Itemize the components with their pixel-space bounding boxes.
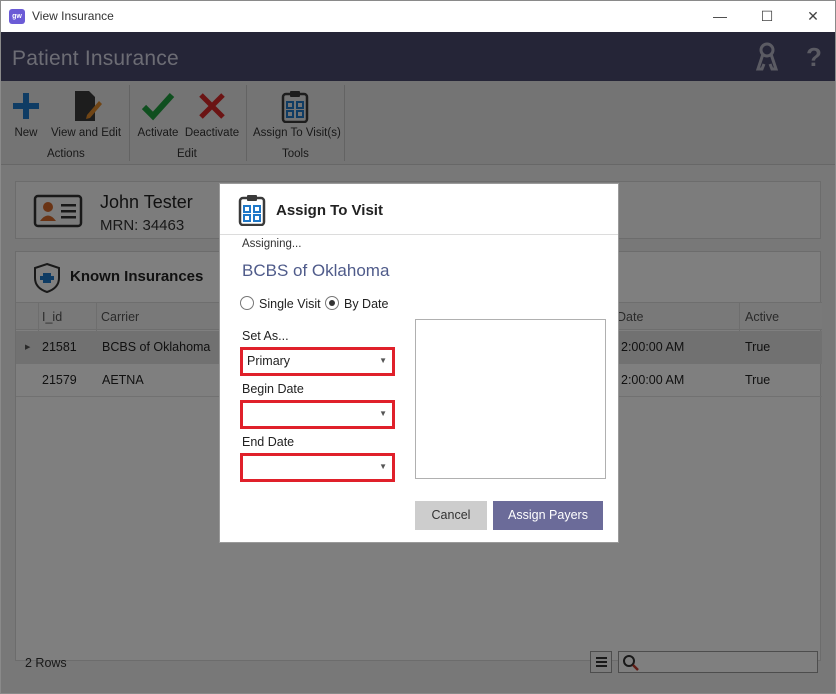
set-as-select[interactable]: Primary ▼ [240, 347, 395, 376]
cancel-button[interactable]: Cancel [415, 501, 487, 530]
view-insurance-window: gw View Insurance — ☐ ✕ Patient Insuranc… [0, 0, 836, 694]
end-date-label: End Date [242, 435, 295, 449]
set-as-value: Primary [247, 354, 291, 368]
assigning-carrier-name: BCBS of Oklahoma [242, 261, 390, 280]
set-as-label: Set As... [242, 329, 289, 343]
dialog-header: Assign To Visit [220, 184, 618, 235]
by-date-radio[interactable] [325, 296, 339, 310]
by-date-label[interactable]: By Date [344, 297, 388, 311]
chevron-down-icon: ▼ [379, 462, 387, 471]
chevron-down-icon: ▼ [379, 409, 387, 418]
window-title: View Insurance [32, 9, 114, 23]
chevron-down-icon: ▼ [379, 356, 387, 365]
assign-payers-button[interactable]: Assign Payers [493, 501, 603, 530]
clipboard-checklist-icon [238, 195, 266, 226]
end-date-picker[interactable]: ▼ [240, 453, 395, 482]
app-logo-icon: gw [9, 9, 25, 24]
dialog-title: Assign To Visit [276, 202, 383, 219]
maximize-button[interactable]: ☐ [755, 5, 779, 27]
begin-date-label: Begin Date [242, 382, 304, 396]
close-button[interactable]: ✕ [801, 5, 825, 27]
title-bar: gw View Insurance — ☐ ✕ [1, 1, 835, 32]
begin-date-picker[interactable]: ▼ [240, 400, 395, 429]
assign-to-visit-dialog: Assign To Visit Assigning... BCBS of Okl… [219, 183, 619, 543]
single-visit-radio[interactable] [240, 296, 254, 310]
assigning-label: Assigning... [242, 238, 302, 250]
minimize-button[interactable]: — [708, 5, 732, 27]
single-visit-label[interactable]: Single Visit [259, 297, 321, 311]
visits-list-box[interactable] [415, 319, 606, 479]
